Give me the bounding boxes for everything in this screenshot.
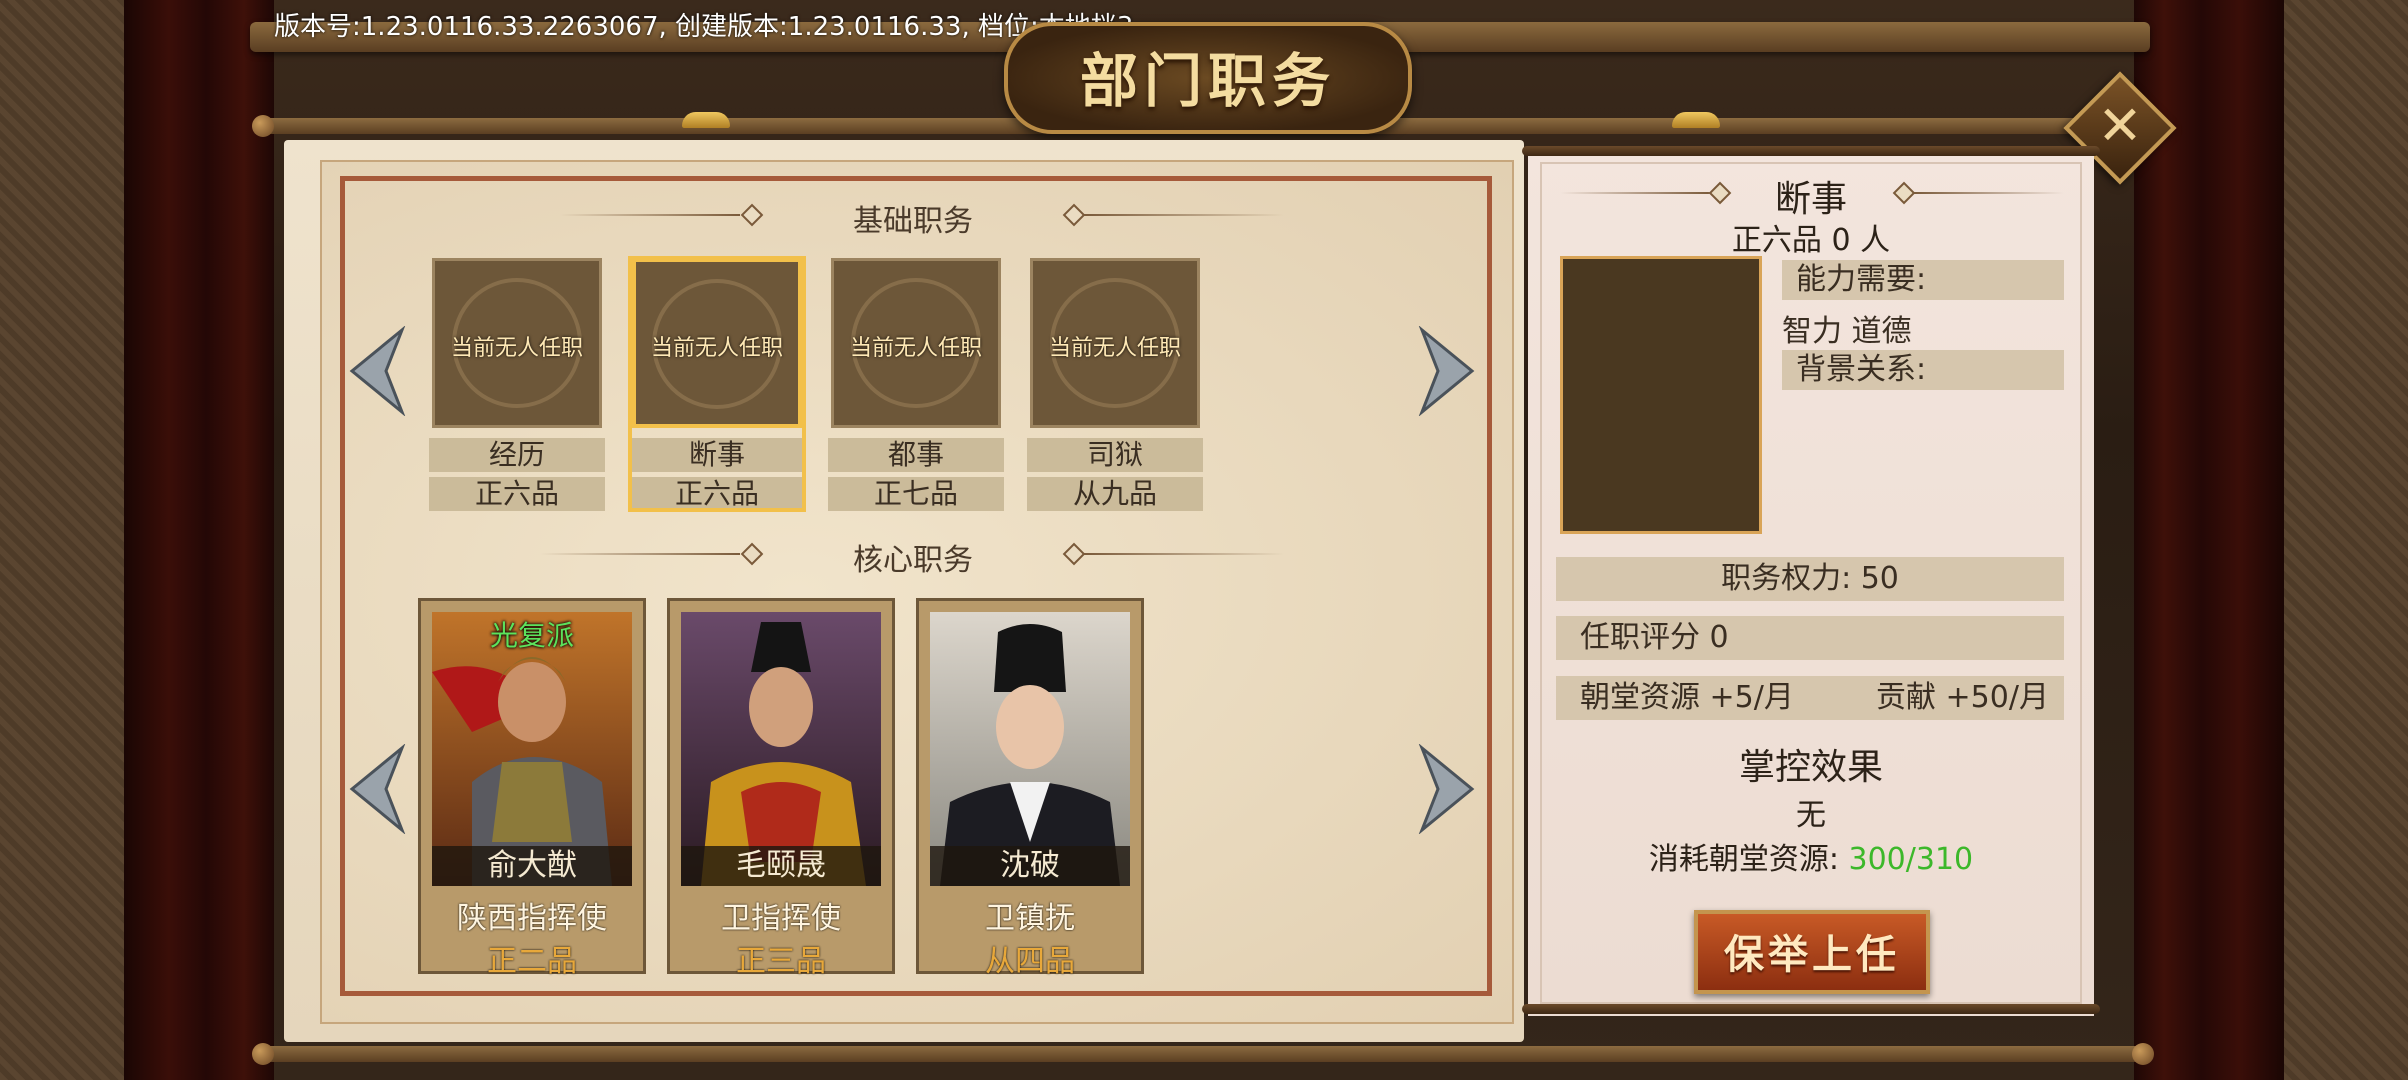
- post-rating: 任职评分 0: [1556, 616, 2064, 660]
- rod-cap-icon: [252, 115, 274, 137]
- control-effect-value: 无: [1796, 798, 1826, 833]
- officer-post: 卫镇抚: [985, 901, 1075, 936]
- right-curtain: [2134, 0, 2284, 1080]
- left-curtain: [124, 0, 274, 1080]
- right-wall-pattern: [2284, 0, 2408, 1080]
- officer-post: 陕西指挥使: [457, 901, 607, 936]
- officer-rank: 正二品: [487, 944, 577, 979]
- post-power: 职务权力: 50: [1556, 557, 2064, 601]
- post-name: 都事: [828, 438, 1004, 472]
- detail-panel-rod-top: [1522, 146, 2100, 156]
- officer-rank: 从四品: [985, 944, 1075, 979]
- ability-value: 智力 道德: [1782, 314, 1912, 349]
- background-label: 背景关系:: [1782, 350, 2064, 390]
- officer-name: 沈破: [930, 846, 1130, 886]
- next-arrow-icon[interactable]: [1414, 326, 1478, 416]
- officer-portrait-commander: [681, 612, 881, 886]
- basic-posts-title: 基础职务: [853, 204, 973, 239]
- ornament-line: [560, 214, 740, 216]
- ornament-line: [1084, 553, 1284, 555]
- detail-rank-count: 正六品 0 人: [1731, 223, 1891, 258]
- officer-name: 俞大猷: [432, 846, 632, 886]
- post-vacant-status: 当前无人任职: [849, 336, 982, 361]
- detail-panel-rod-bottom: [1522, 1004, 2100, 1014]
- post-vacant-status: 当前无人任职: [1048, 336, 1181, 361]
- lamp-icon: [1672, 112, 1720, 128]
- post-name: 经历: [429, 438, 605, 472]
- ability-label: 能力需要:: [1782, 260, 2064, 300]
- rod-cap-icon: [252, 1043, 274, 1065]
- control-effect-title: 掌控效果: [1738, 747, 1883, 788]
- prev-arrow-icon[interactable]: [346, 326, 410, 416]
- consume-value: 300/310: [1848, 842, 1974, 877]
- faction-label: 光复派: [489, 619, 574, 652]
- next-arrow-icon[interactable]: [1414, 744, 1478, 834]
- post-rank: 正六品: [429, 477, 605, 511]
- ornament-line: [540, 553, 740, 555]
- selection-frame: [628, 256, 806, 512]
- core-posts-title: 核心职务: [853, 543, 973, 578]
- income-bar: 朝堂资源 +5/月 贡献 +50/月: [1556, 676, 2064, 720]
- post-vacant-status: 当前无人任职: [450, 336, 583, 361]
- post-name: 司狱: [1027, 438, 1203, 472]
- prev-arrow-icon[interactable]: [346, 744, 410, 834]
- ornament-line: [1084, 214, 1284, 216]
- officer-name: 毛颐晟: [681, 846, 881, 886]
- post-rank: 从九品: [1027, 477, 1203, 511]
- post-rank: 正七品: [828, 477, 1004, 511]
- page-title: 部门职务: [1079, 47, 1336, 115]
- officer-rank: 正三品: [736, 944, 826, 979]
- resource-consumption: 消耗朝堂资源: 300/310: [1540, 834, 2082, 878]
- detail-portrait-empty: [1560, 256, 1762, 534]
- lamp-icon: [682, 112, 730, 128]
- nominate-button-label: 保举上任: [1724, 932, 1900, 978]
- officer-post: 卫指挥使: [721, 901, 841, 936]
- contribution-income: 贡献 +50/月: [1876, 680, 2049, 715]
- left-wall-pattern: [0, 0, 124, 1080]
- rod-cap-icon: [2132, 1043, 2154, 1065]
- resource-income: 朝堂资源 +5/月: [1580, 680, 1794, 715]
- consume-label: 消耗朝堂资源:: [1648, 842, 1849, 877]
- lower-scroll-rod: [262, 1046, 2142, 1062]
- officer-portrait-scholar: [930, 612, 1130, 886]
